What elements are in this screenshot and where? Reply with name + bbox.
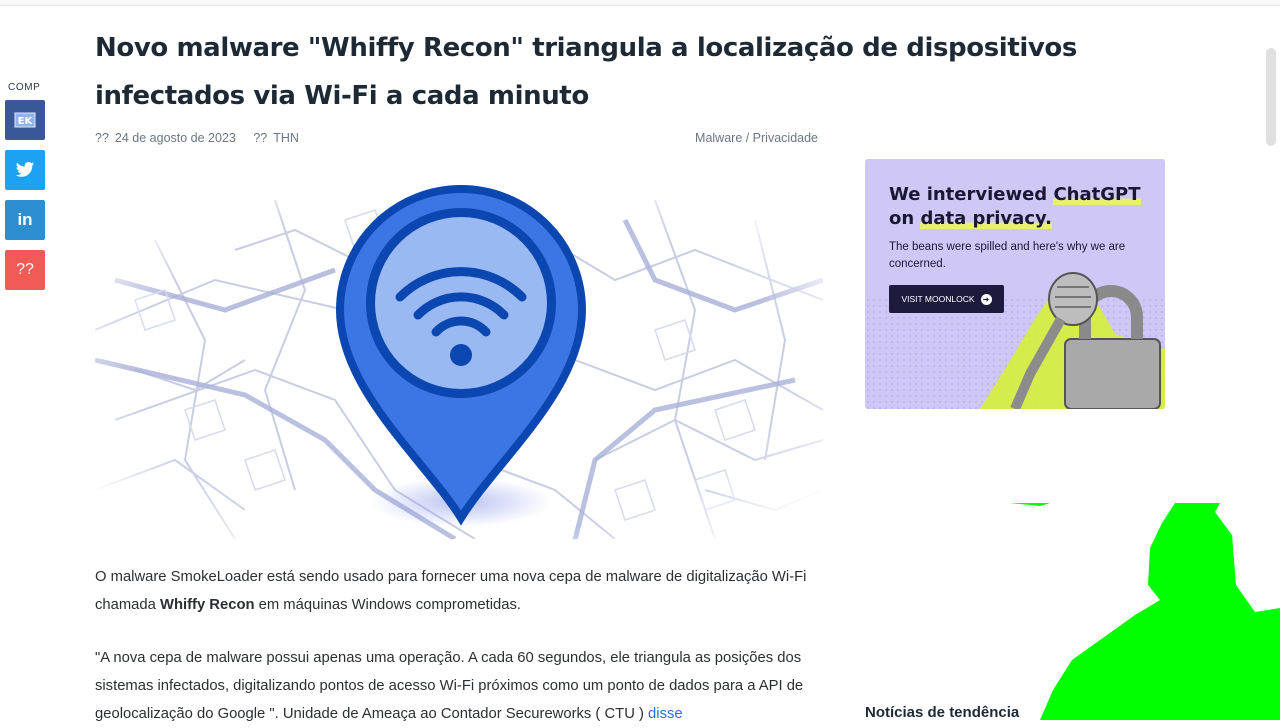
green-screen-overlay (1010, 503, 1280, 720)
